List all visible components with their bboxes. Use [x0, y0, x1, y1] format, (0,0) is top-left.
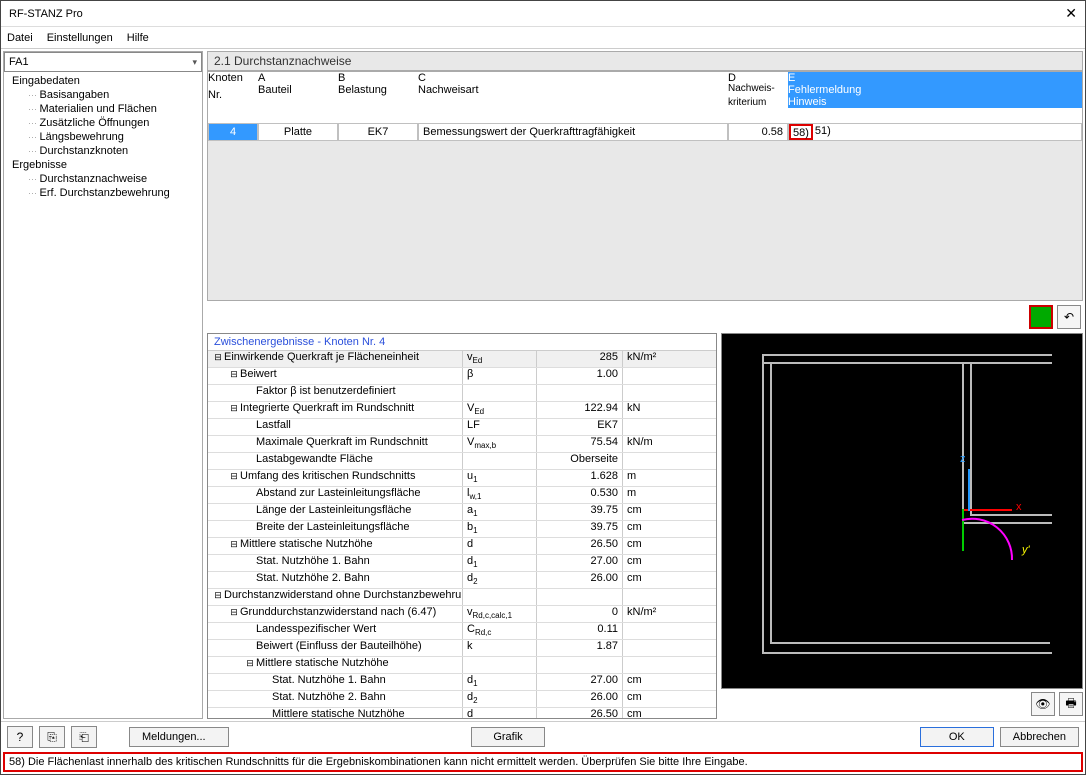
section-title: 2.1 Durchstanznachweise: [207, 51, 1083, 71]
window-title: RF-STANZ Pro: [9, 8, 1065, 20]
nav-tree[interactable]: Eingabedaten BasisangabenMaterialien und…: [4, 72, 202, 718]
flag-button[interactable]: [1029, 305, 1053, 329]
details-row[interactable]: Beiwert (Einfluss der Bauteilhöhe)k1.87: [208, 640, 716, 657]
tree-item[interactable]: Durchstanzknoten: [8, 144, 198, 158]
grid-col-e[interactable]: E: [788, 72, 1082, 84]
grid-rowhead-bot: Nr.: [208, 89, 258, 106]
grid-hdr-bauteil: Bauteil: [258, 84, 338, 96]
title-bar: RF-STANZ Pro ✕: [1, 1, 1085, 27]
details-title: Zwischenergebnisse - Knoten Nr. 4: [208, 334, 716, 351]
tree-item[interactable]: Zusätzliche Öffnungen: [8, 116, 198, 130]
cancel-button[interactable]: Abbrechen: [1000, 727, 1079, 747]
footer: ? ⎘ ⎗ Meldungen... Grafik OK Abbrechen: [1, 721, 1085, 752]
details-row[interactable]: Faktor β ist benutzerdefiniert: [208, 385, 716, 402]
case-combo-value: FA1: [9, 56, 29, 68]
close-icon[interactable]: ✕: [1065, 5, 1077, 22]
grid-empty: [208, 141, 1082, 300]
details-panel: Zwischenergebnisse - Knoten Nr. 4 ⊟Einwi…: [207, 333, 717, 719]
grid-hdr-nachweisart: Nachweisart: [418, 84, 728, 96]
grid-col-b[interactable]: B: [338, 72, 418, 84]
hint-58: 58): [789, 124, 813, 140]
hint-51: 51): [813, 124, 833, 140]
tree-item[interactable]: Materialien und Flächen: [8, 102, 198, 116]
axis-z-label: z: [960, 453, 966, 465]
viewer-toolbar: 👁 🖶: [721, 689, 1083, 719]
details-row[interactable]: Länge der Lasteinleitungsflächea139.75cm: [208, 504, 716, 521]
report-icon[interactable]: ⎗: [71, 726, 97, 748]
details-row[interactable]: LastfallLFEK7: [208, 419, 716, 436]
details-row[interactable]: Maximale Querkraft im RundschnittVmax,b7…: [208, 436, 716, 453]
grid-row[interactable]: 4 Platte EK7 Bemessungswert der Querkraf…: [208, 123, 1082, 141]
chevron-down-icon: ▾: [192, 57, 197, 68]
ok-button[interactable]: OK: [920, 727, 994, 747]
eye-icon[interactable]: 👁: [1031, 692, 1055, 716]
messages-button[interactable]: Meldungen...: [129, 727, 229, 747]
grid-toolbar: ↶: [207, 301, 1083, 333]
details-row[interactable]: ⊟Umfang des kritischen Rundschnittsu11.6…: [208, 470, 716, 487]
details-row[interactable]: ⊟Einwirkende Querkraft je Flächeneinheit…: [208, 351, 716, 368]
status-bar: 58) Die Flächenlast innerhalb des kritis…: [3, 752, 1083, 772]
cell-nachweisart[interactable]: Bemessungswert der Querkrafttragfähigkei…: [418, 123, 728, 141]
details-row[interactable]: ⊟Mittlere statische Nutzhöhe: [208, 657, 716, 674]
cell-hinweis[interactable]: 58) 51): [788, 123, 1082, 141]
menu-file[interactable]: Datei: [7, 32, 33, 44]
cell-bauteil[interactable]: Platte: [258, 123, 338, 141]
content-area: FA1 ▾ Eingabedaten BasisangabenMateriali…: [1, 49, 1085, 721]
cell-kriterium[interactable]: 0.58: [728, 123, 788, 141]
details-row[interactable]: Stat. Nutzhöhe 2. Bahnd226.00cm: [208, 691, 716, 708]
details-row[interactable]: Landesspezifischer WertCRd,c0.11: [208, 623, 716, 640]
grid-rowhead-top: Knoten: [208, 72, 258, 89]
tree-item[interactable]: Längsbewehrung: [8, 130, 198, 144]
grid-hdr-belastung: Belastung: [338, 84, 418, 96]
details-row[interactable]: ⊟Durchstanzwiderstand ohne Durchstanzbew…: [208, 589, 716, 606]
grid-hdr-kriterium: Nachweis-: [728, 84, 788, 96]
menu-settings[interactable]: Einstellungen: [47, 32, 113, 44]
details-row[interactable]: Lastabgewandte FlächeOberseite: [208, 453, 716, 470]
tree-item[interactable]: Erf. Durchstanzbewehrung: [8, 186, 198, 200]
results-grid[interactable]: Knoten Nr. A B C D E Bauteil: [207, 71, 1083, 301]
details-row[interactable]: Mittlere statische Nutzhöhed26.50cm: [208, 708, 716, 718]
details-row[interactable]: ⊟Beiwertβ1.00: [208, 368, 716, 385]
details-row[interactable]: ⊟Mittlere statische Nutzhöhed26.50cm: [208, 538, 716, 555]
nav-panel: FA1 ▾ Eingabedaten BasisangabenMateriali…: [3, 51, 203, 719]
details-row[interactable]: ⊟Integrierte Querkraft im RundschnittVEd…: [208, 402, 716, 419]
cell-belastung[interactable]: EK7: [338, 123, 418, 141]
details-grid[interactable]: ⊟Einwirkende Querkraft je Flächeneinheit…: [208, 351, 716, 718]
tree-group-input[interactable]: Eingabedaten: [8, 74, 198, 88]
cell-nr[interactable]: 4: [208, 123, 258, 141]
grid-hdr-hinweis: Fehlermeldung: [788, 84, 1082, 96]
details-row[interactable]: Stat. Nutzhöhe 1. Bahnd127.00cm: [208, 674, 716, 691]
tree-group-results[interactable]: Ergebnisse: [8, 158, 198, 172]
tree-item[interactable]: Basisangaben: [8, 88, 198, 102]
app-window: RF-STANZ Pro ✕ Datei Einstellungen Hilfe…: [0, 0, 1086, 775]
details-row[interactable]: Breite der Lasteinleitungsflächeb139.75c…: [208, 521, 716, 538]
print-icon[interactable]: 🖶: [1059, 692, 1083, 716]
case-combo[interactable]: FA1 ▾: [4, 52, 202, 72]
pointer-button[interactable]: ↶: [1057, 305, 1081, 329]
details-row[interactable]: Stat. Nutzhöhe 2. Bahnd226.00cm: [208, 572, 716, 589]
mid-row: Zwischenergebnisse - Knoten Nr. 4 ⊟Einwi…: [207, 333, 1083, 719]
export-icon[interactable]: ⎘: [39, 726, 65, 748]
tree-item[interactable]: Durchstanznachweise: [8, 172, 198, 186]
grid-col-c[interactable]: C: [418, 72, 728, 84]
grid-col-a[interactable]: A: [258, 72, 338, 84]
main-panel: 2.1 Durchstanznachweise Knoten Nr. A B C…: [207, 51, 1083, 719]
details-row[interactable]: Abstand zur Lasteinleitungsflächelw,10.5…: [208, 487, 716, 504]
axis-y-label: y': [1022, 544, 1030, 556]
menu-help[interactable]: Hilfe: [127, 32, 149, 44]
details-row[interactable]: ⊟Grunddurchstanzwiderstand nach (6.47)vR…: [208, 606, 716, 623]
graphic-button[interactable]: Grafik: [471, 727, 545, 747]
menu-bar: Datei Einstellungen Hilfe: [1, 27, 1085, 49]
viewer-canvas[interactable]: x z y': [721, 333, 1083, 689]
viewer-panel: x z y' 👁 🖶: [721, 333, 1083, 719]
details-row[interactable]: Stat. Nutzhöhe 1. Bahnd127.00cm: [208, 555, 716, 572]
help-icon[interactable]: ?: [7, 726, 33, 748]
